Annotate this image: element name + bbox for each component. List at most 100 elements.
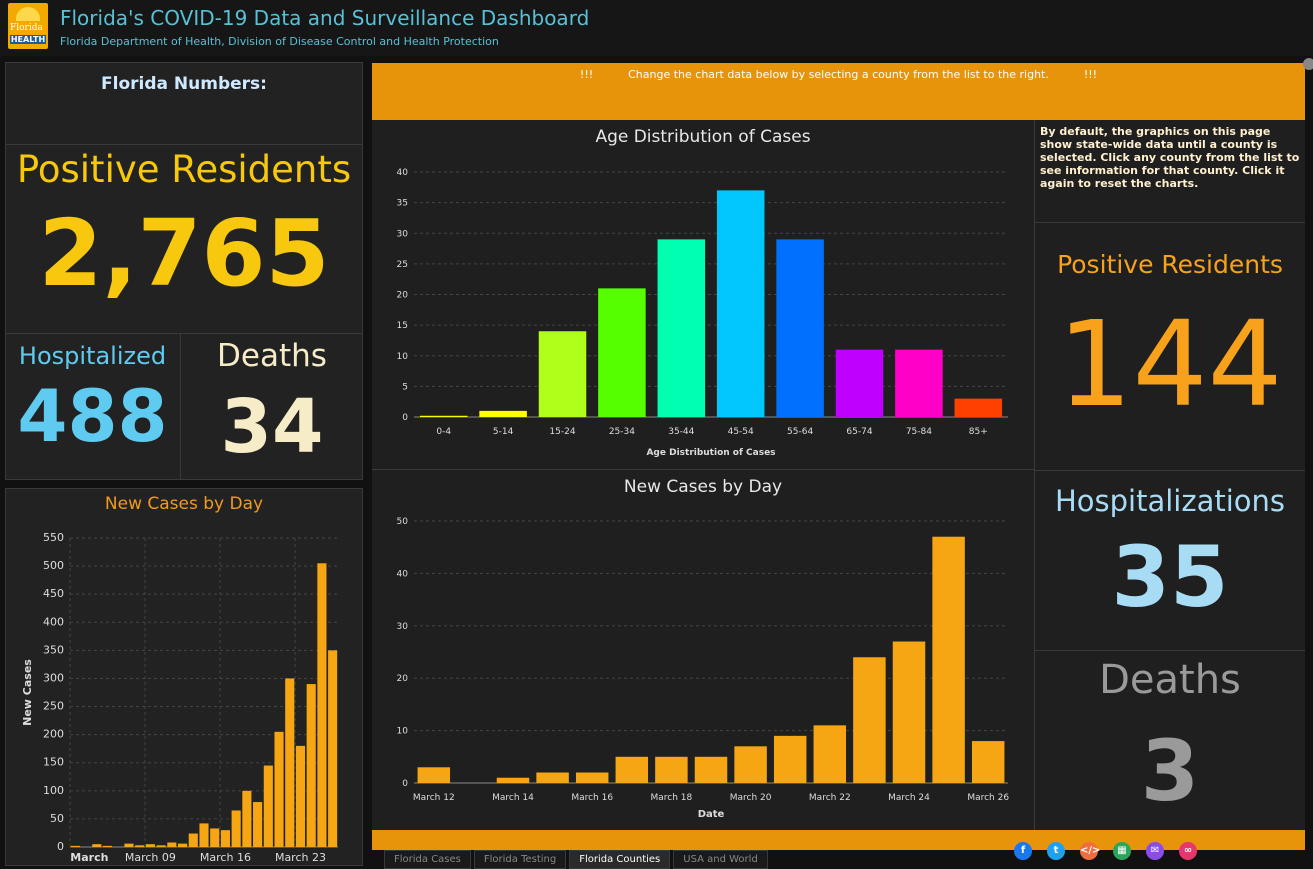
dashboard-title: Florida's COVID-19 Data and Surveillance… — [60, 6, 590, 30]
tab-florida-cases[interactable]: Florida Cases — [384, 850, 471, 869]
tab-usa-and-world[interactable]: USA and World — [673, 850, 768, 869]
bar — [188, 833, 198, 847]
bar — [417, 767, 451, 783]
y-tick-label: 40 — [397, 168, 409, 178]
y-tick-label: 15 — [397, 321, 408, 331]
divider — [5, 144, 363, 145]
bar — [328, 650, 338, 847]
x-tick-label: March 14 — [492, 793, 534, 803]
positive-residents-value: 2,765 — [38, 200, 330, 307]
county-hospitalizations-value: 35 — [1111, 528, 1229, 626]
bar — [971, 741, 1005, 783]
y-tick-label: 300 — [43, 671, 64, 684]
bar — [536, 772, 569, 783]
x-tick-label: March — [70, 851, 108, 864]
y-tick-label: 100 — [43, 784, 64, 797]
bar — [124, 843, 134, 847]
x-tick-label: March 12 — [413, 793, 455, 803]
divider — [1035, 470, 1305, 471]
county-new-cases-title: New Cases by Day — [623, 477, 783, 497]
x-tick-label: 75-84 — [906, 427, 932, 437]
y-tick-label: 5 — [402, 382, 408, 392]
divider — [372, 469, 1034, 470]
deaths-value: 34 — [220, 384, 324, 470]
link-icon[interactable]: ∞ — [1179, 842, 1197, 860]
x-tick-label: March 20 — [730, 793, 772, 803]
x-tick-label: 45-54 — [728, 427, 754, 437]
bar — [70, 845, 80, 847]
x-tick-label: 0-4 — [436, 427, 451, 437]
y-tick-label: 0 — [402, 779, 408, 789]
bar — [253, 802, 263, 847]
x-tick-label: March 23 — [275, 851, 326, 864]
hospitalized-value: 488 — [17, 374, 168, 458]
qr-icon[interactable]: ▦ — [1113, 842, 1131, 860]
y-tick-label: 10 — [397, 727, 409, 737]
bar — [92, 844, 102, 847]
y-tick-label: 20 — [397, 674, 409, 684]
x-tick-label: 25-34 — [609, 427, 635, 437]
x-tick-label: 55-64 — [787, 427, 813, 437]
bar — [156, 845, 166, 847]
x-tick-label: March 24 — [888, 793, 930, 803]
x-tick-label: March 26 — [967, 793, 1009, 803]
twitter-icon[interactable]: t — [1047, 842, 1065, 860]
bar — [932, 536, 965, 783]
tab-florida-testing[interactable]: Florida Testing — [473, 850, 567, 869]
age-distribution-chart[interactable]: 0 5 10 15 20 25 30 35 40 0-4 5-14 15-24 25-34 35-44 45… — [372, 155, 1034, 465]
x-tick-label: 5-14 — [493, 427, 514, 437]
state-new-cases-chart[interactable]: 0 50 100 150 200 250 300 350 400 450 500 550 March Ma… — [5, 520, 363, 866]
x-tick-label: March 09 — [125, 851, 176, 864]
bar — [274, 731, 284, 847]
bar — [575, 772, 609, 783]
bar — [178, 843, 188, 847]
bar — [538, 331, 587, 417]
banner-text: !!! Change the chart data below by selec… — [579, 68, 1098, 81]
bar — [954, 398, 1003, 417]
bar — [853, 657, 886, 783]
county-hospitalizations-label: Hospitalizations — [1054, 484, 1286, 518]
dashboard-subtitle: Florida Department of Health, Division o… — [60, 35, 499, 48]
y-tick-label: 450 — [43, 587, 64, 600]
bar — [145, 844, 155, 847]
y-tick-label: 550 — [43, 531, 64, 544]
x-tick-label: 65-74 — [846, 427, 872, 437]
bar — [496, 777, 530, 783]
facebook-icon[interactable]: f — [1014, 842, 1032, 860]
y-tick-label: 50 — [397, 517, 409, 527]
bar — [615, 756, 649, 783]
y-tick-label: 500 — [43, 559, 64, 572]
bar — [657, 239, 706, 417]
bar — [598, 288, 646, 417]
bar — [199, 823, 209, 847]
embed-icon[interactable]: </> — [1080, 842, 1100, 860]
close-icon[interactable] — [1303, 58, 1313, 70]
bar — [102, 845, 113, 847]
bar — [242, 790, 252, 847]
bar — [734, 746, 767, 783]
x-tick-label: March 16 — [571, 793, 613, 803]
default-info-text: By default, the graphics on this page sh… — [1040, 125, 1300, 190]
share-icons: f t </> ▦ ✉ ∞ — [1014, 842, 1212, 860]
logo-text-bottom: HEALTH — [10, 35, 46, 44]
x-tick-label: 85+ — [969, 427, 988, 437]
y-tick-label: 250 — [43, 700, 64, 713]
bar — [317, 563, 327, 847]
bar — [776, 239, 824, 417]
tab-florida-counties[interactable]: Florida Counties — [569, 850, 671, 869]
bar — [167, 842, 177, 847]
y-tick-label: 35 — [397, 199, 408, 209]
county-new-cases-chart[interactable]: 0 10 20 30 40 50 March 12 March 14 March 16 March… — [372, 505, 1034, 827]
bar — [716, 190, 765, 417]
divider — [5, 333, 363, 334]
county-positive-value: 144 — [1057, 295, 1283, 433]
email-icon[interactable]: ✉ — [1146, 842, 1164, 860]
y-tick-label: 350 — [43, 643, 64, 656]
bar — [895, 349, 943, 417]
bar — [835, 349, 884, 417]
bar — [655, 756, 688, 783]
y-tick-label: 30 — [397, 229, 409, 239]
county-deaths-value: 3 — [1140, 722, 1200, 820]
x-tick-label: 15-24 — [549, 427, 575, 437]
sun-icon — [16, 7, 40, 21]
